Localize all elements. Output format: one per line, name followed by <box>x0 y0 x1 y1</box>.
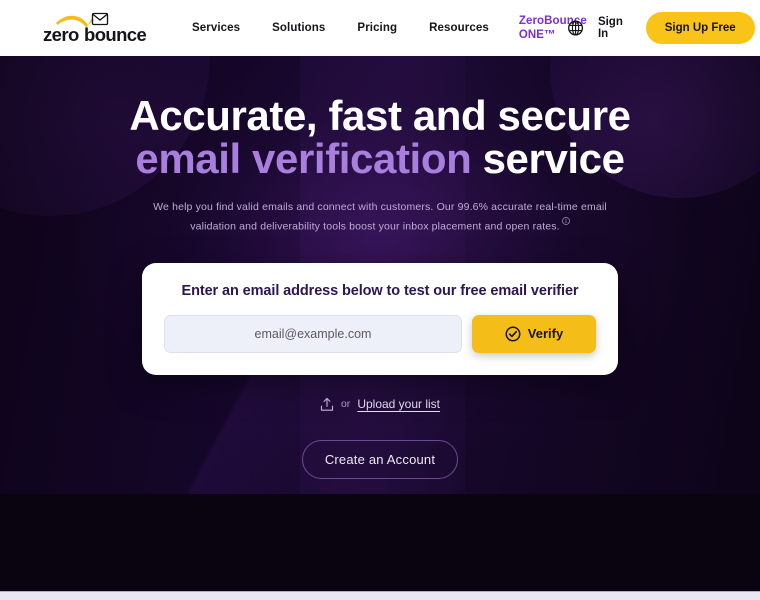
nav-item-zerobounce-one[interactable]: ZeroBounce ONE™ <box>505 14 587 43</box>
check-circle-icon <box>505 326 521 341</box>
svg-text:bounce: bounce <box>84 24 146 45</box>
nav-item-services[interactable]: Services <box>176 21 256 35</box>
verify-button-label: Verify <box>527 326 564 341</box>
nav-item-solutions[interactable]: Solutions <box>256 21 341 35</box>
hero-title-accent: email verification <box>135 135 472 182</box>
bottom-light-strip <box>0 591 760 600</box>
hero-subtitle: We help you find valid emails and connec… <box>145 198 615 237</box>
svg-text:zero: zero <box>43 24 79 45</box>
page-root: zero bounce Services Solutions Pricing R… <box>0 0 760 600</box>
verifier-card-title: Enter an email address below to test our… <box>181 282 579 299</box>
email-verifier-card: Enter an email address below to test our… <box>142 262 618 375</box>
upload-list-row: or Upload your list <box>0 397 760 412</box>
hero-subtitle-text: We help you find valid emails and connec… <box>153 201 607 233</box>
header-actions: Sign In Sign Up Free <box>567 12 755 44</box>
upload-icon[interactable] <box>320 397 334 412</box>
verify-button[interactable]: Verify <box>472 314 596 353</box>
logo-graphic: zero bounce <box>43 12 146 45</box>
verifier-form-row: Verify <box>164 314 596 353</box>
nav-item-pricing[interactable]: Pricing <box>341 21 413 35</box>
create-account-button[interactable]: Create an Account <box>301 439 459 479</box>
hero-title-line1: Accurate, fast and secure <box>129 92 631 139</box>
main-nav: Services Solutions Pricing Resources Zer… <box>176 14 587 43</box>
nav-item-resources[interactable]: Resources <box>413 21 505 35</box>
email-input[interactable] <box>164 314 462 353</box>
upload-or-label: or <box>340 398 351 410</box>
sign-up-free-button[interactable]: Sign Up Free <box>645 12 755 44</box>
site-header: zero bounce Services Solutions Pricing R… <box>0 0 760 56</box>
hero-title-line2-rest: service <box>471 135 625 182</box>
sign-in-link[interactable]: Sign In <box>598 16 628 40</box>
page-title: Accurate, fast and secure email verifica… <box>0 94 760 180</box>
upload-your-list-link[interactable]: Upload your list <box>357 397 440 411</box>
hero-content: Accurate, fast and secure email verifica… <box>0 94 760 479</box>
hero-section: Accurate, fast and secure email verifica… <box>0 56 760 494</box>
globe-icon[interactable] <box>567 17 584 39</box>
lower-dark-band <box>0 494 760 591</box>
zerobounce-logo[interactable]: zero bounce <box>42 11 146 45</box>
info-circle-icon[interactable] <box>561 217 570 225</box>
